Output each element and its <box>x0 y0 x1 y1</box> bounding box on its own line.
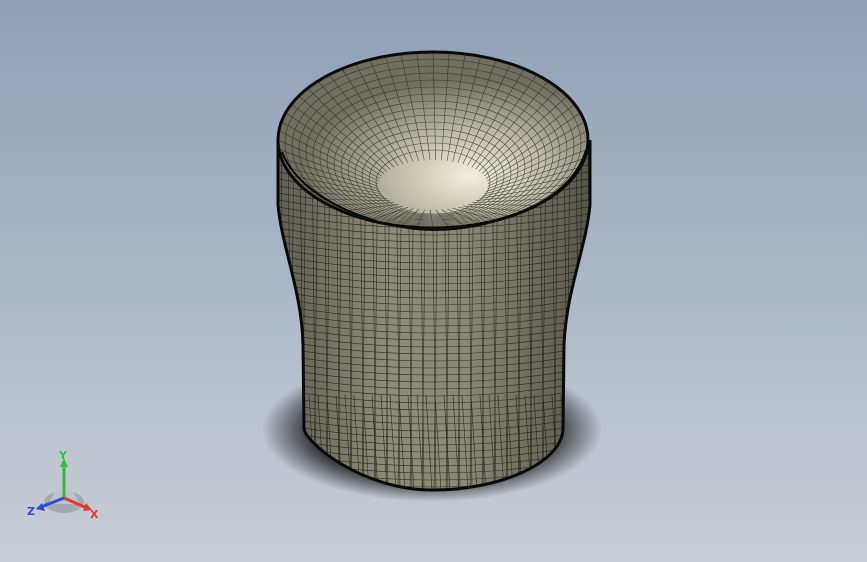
3d-viewport[interactable] <box>0 0 867 562</box>
triad-z-label: Z <box>27 505 35 518</box>
orientation-triad[interactable]: Y X Z <box>24 448 104 524</box>
triad-y-label: Y <box>58 449 68 462</box>
triad-x-label: X <box>90 508 99 521</box>
